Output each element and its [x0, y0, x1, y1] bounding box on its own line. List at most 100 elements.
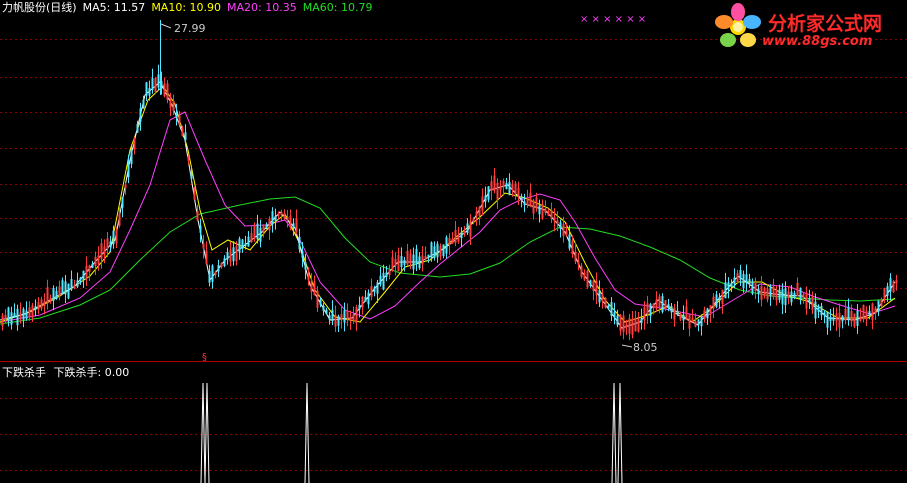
candle-body	[277, 213, 280, 217]
candle-body	[109, 241, 112, 246]
candle-body	[394, 258, 397, 266]
candle-body	[847, 307, 850, 321]
candle-body	[859, 316, 862, 322]
candle-body	[175, 112, 178, 118]
candle-body	[364, 296, 367, 302]
candle-body	[652, 303, 655, 309]
candle-body	[688, 314, 691, 329]
candle-body	[886, 286, 889, 296]
candle-body	[880, 299, 883, 307]
candle-body	[295, 218, 298, 233]
candle-body	[502, 180, 505, 187]
signal-marker: §	[202, 352, 207, 363]
candle-body	[112, 230, 115, 245]
candle-body	[643, 306, 646, 321]
candle-body	[196, 210, 199, 221]
candle-body	[787, 291, 790, 299]
candle-body	[892, 280, 895, 293]
candle-body	[610, 302, 613, 316]
candle-body	[586, 270, 589, 288]
candle-body	[523, 201, 526, 205]
candle-body	[37, 302, 40, 310]
candle-body	[508, 182, 511, 195]
candle-body	[565, 230, 568, 236]
candle-body	[703, 309, 706, 320]
candle-body	[823, 312, 826, 316]
candle-body	[259, 227, 262, 242]
candle-body	[412, 254, 415, 270]
candle-body	[844, 308, 847, 321]
candle-body	[172, 100, 175, 112]
candle-body	[382, 273, 385, 290]
candle-body	[478, 206, 481, 216]
candle-body	[685, 306, 688, 320]
candle-body	[280, 212, 283, 216]
candle-body	[676, 310, 679, 315]
candle-body	[760, 285, 763, 300]
candle-body	[253, 224, 256, 239]
candle-body	[697, 319, 700, 326]
candle-body	[619, 314, 622, 331]
candle-body	[841, 315, 844, 322]
candle-body	[148, 87, 151, 96]
candle-body	[607, 304, 610, 309]
candle-body	[622, 315, 625, 333]
candle-body	[130, 149, 133, 165]
candle-body	[496, 182, 499, 200]
candle-body	[613, 312, 616, 318]
candle-body	[835, 313, 838, 322]
candle-body	[853, 313, 856, 327]
candle-body	[559, 222, 562, 229]
candle-body	[85, 265, 88, 279]
candle-body	[595, 280, 598, 295]
candle-body	[649, 303, 652, 317]
candle-body	[304, 262, 307, 270]
candle-body	[799, 287, 802, 300]
candle-body	[322, 305, 325, 311]
candle-body	[772, 286, 775, 297]
candle-body	[163, 83, 166, 97]
candle-body	[520, 196, 523, 200]
candle-body	[7, 307, 10, 322]
candle-body	[532, 200, 535, 214]
candle-body	[670, 305, 673, 313]
candle-body	[34, 306, 37, 310]
candle-body	[454, 230, 457, 243]
high-arrow	[160, 23, 172, 29]
candle-body	[751, 282, 754, 294]
candle-body	[541, 204, 544, 219]
candle-body	[871, 303, 874, 321]
candle-body	[82, 270, 85, 281]
candle-body	[358, 304, 361, 310]
candle-body	[232, 247, 235, 262]
candle-body	[208, 271, 211, 283]
candle-body	[22, 308, 25, 320]
candle-body	[154, 77, 157, 93]
candle-body	[241, 239, 244, 249]
candle-body	[592, 280, 595, 291]
candle-body	[730, 282, 733, 287]
candle-body	[745, 274, 748, 283]
candle-body	[349, 317, 352, 321]
price-chart[interactable]: 27.99 8.05 × × × × × × §	[0, 0, 907, 483]
candle-body	[238, 238, 241, 253]
candle-body	[28, 307, 31, 317]
candle-body	[763, 287, 766, 296]
candle-body	[409, 253, 412, 264]
candle-body	[574, 251, 577, 262]
candle-body	[781, 289, 784, 305]
candle-body	[55, 290, 58, 299]
candle-body	[451, 238, 454, 244]
candle-body	[235, 246, 238, 262]
candle-body	[187, 156, 190, 160]
candle-body	[265, 224, 268, 229]
candle-body	[829, 316, 832, 322]
candle-body	[220, 263, 223, 268]
candle-body	[691, 317, 694, 323]
candle-body	[802, 293, 805, 298]
candle-body	[604, 297, 607, 308]
candle-body	[634, 318, 637, 332]
candle-body	[718, 297, 721, 301]
candle-body	[646, 303, 649, 314]
candle-body	[16, 308, 19, 326]
